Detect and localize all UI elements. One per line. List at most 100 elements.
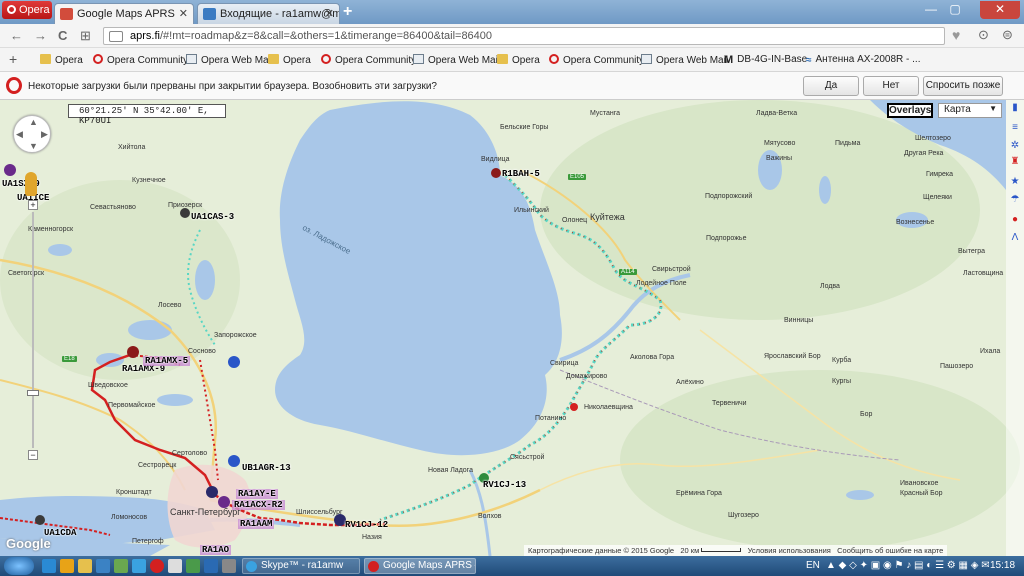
layer-star-icon[interactable]: ★ [1009, 176, 1021, 188]
station-label[interactable]: RA1AMX-5 [143, 356, 191, 366]
bookmark-heart-icon[interactable]: ♥ [952, 27, 960, 43]
bookmark-item[interactable]: Opera Web Mail [413, 54, 500, 66]
menu-icon[interactable]: ⊜ [1002, 27, 1013, 43]
tab-mail-inbox[interactable]: Входящие - ra1amw@mail.ru ✕ [197, 3, 340, 24]
page-info-icon[interactable] [109, 31, 123, 42]
terms-link[interactable]: Условия использования [748, 546, 831, 555]
station-label[interactable]: UA1CAS-3 [191, 212, 234, 222]
place-label: Хийтола [118, 144, 146, 151]
bookmark-item[interactable]: Opera [268, 54, 311, 66]
zoom-slider[interactable]: + − [27, 200, 39, 460]
skype-icon[interactable] [132, 559, 146, 573]
bookmark-item[interactable]: Opera [497, 54, 540, 66]
overlays-button[interactable]: Overlays [887, 103, 933, 118]
layer-red-dot-icon[interactable]: ● [1009, 214, 1021, 226]
pan-control[interactable]: ▲ ▼ ◀ ▶ [13, 115, 51, 153]
taskbar-opera[interactable]: Google Maps APRS — ... [364, 558, 476, 574]
bookmark-label: Opera Community [335, 55, 417, 66]
station-label[interactable]: RA1ACX-R2 [232, 500, 285, 510]
station-label[interactable]: UB1AGR-13 [242, 463, 291, 473]
chrome-icon[interactable] [60, 559, 74, 573]
zoom-thumb[interactable] [27, 390, 39, 396]
layer-flag-icon[interactable]: ▮ [1009, 102, 1021, 114]
bookmark-item[interactable]: Opera Web Mail [186, 54, 273, 66]
bookmark-item[interactable]: Opera Web Mail [641, 54, 728, 66]
report-error-link[interactable]: Сообщить об ошибке на карте [837, 546, 943, 555]
new-tab-button[interactable]: + [343, 3, 352, 21]
back-button[interactable]: ← [10, 28, 23, 43]
maximize-button[interactable]: ▢ [944, 1, 966, 19]
clock[interactable]: 15:18 [990, 560, 1015, 571]
ie-icon[interactable] [42, 559, 56, 573]
language-indicator[interactable]: EN [806, 560, 820, 571]
car-favicon-icon [60, 8, 73, 20]
speed-dial-button[interactable]: ⊞ [80, 28, 91, 44]
place-label: Подпорожье [706, 235, 747, 242]
taskbar-skype[interactable]: Skype™ - ra1amw [242, 558, 360, 574]
bookmark-item[interactable]: M DB-4G-IN-Base [724, 54, 807, 66]
app-icon[interactable] [204, 559, 218, 573]
app-icon[interactable] [114, 559, 128, 573]
address-input[interactable]: aprs.fi/#!mt=roadmap&z=8&call=&others=1&… [103, 27, 945, 45]
street-view-pegman-icon[interactable] [25, 172, 37, 196]
bookmark-item[interactable]: ≈ Антенна AX-2008R - ... [806, 54, 920, 66]
map-type-select[interactable]: Карта ▼ [938, 103, 1002, 118]
place-label: Кронштадт [116, 489, 152, 496]
layer-weather-icon[interactable]: ☂ [1009, 194, 1021, 206]
download-icon[interactable]: ⊙ [978, 27, 989, 43]
close-window-button[interactable]: ✕ [980, 1, 1020, 19]
layer-tower-icon[interactable]: ♜ [1009, 156, 1021, 168]
tab-close-icon[interactable]: ✕ [325, 7, 334, 20]
bookmark-item[interactable]: Opera [40, 54, 83, 66]
bookmark-label: Opera Web Mail [428, 55, 501, 66]
bookmark-item[interactable]: Opera Community [93, 54, 188, 66]
media-icon[interactable] [96, 559, 110, 573]
station-label[interactable]: RA1AY-E [236, 489, 278, 499]
app-icon[interactable] [186, 559, 200, 573]
layer-mast-icon[interactable]: Λ [1009, 232, 1021, 244]
add-bookmark-icon[interactable]: + [9, 51, 17, 67]
station-label[interactable]: RA1AAM [238, 519, 275, 529]
mail-icon [186, 54, 197, 64]
pan-down-icon[interactable]: ▼ [29, 141, 38, 151]
pan-right-icon[interactable]: ▶ [41, 129, 48, 140]
station-label[interactable]: RV1CJ-13 [483, 480, 526, 490]
pan-up-icon[interactable]: ▲ [29, 117, 38, 127]
reload-button[interactable]: C [58, 28, 67, 43]
opera-icon [321, 54, 331, 64]
tray-icons[interactable]: ▲ ◆ ◇ ✦ ▣ ◉ ⚑ ♪ ▤ ◐ ☰ ⚙ ▦ ◈ ✉ [826, 560, 990, 571]
place-label: Ерёмина Гора [676, 490, 722, 497]
station-label[interactable]: RA1AO [200, 545, 232, 555]
station-label[interactable]: RV1CJ-12 [345, 520, 388, 530]
opera-menu-button[interactable]: Opera [2, 1, 52, 19]
place-label: Сясьстрой [510, 454, 545, 461]
place-label: Подпорожский [705, 193, 753, 200]
layer-antenna-icon[interactable]: ≡ [1009, 122, 1021, 134]
tab-close-icon[interactable]: ✕ [179, 7, 188, 20]
yes-button[interactable]: Да [803, 76, 859, 96]
bookmark-item[interactable]: Opera Community [321, 54, 416, 66]
notepad-icon[interactable] [168, 559, 182, 573]
start-button[interactable] [4, 557, 34, 575]
place-label: Назия [362, 534, 382, 541]
map-canvas[interactable]: оз. Ладожское Хийтола Кузнечное Приозерс… [0, 100, 1024, 556]
explorer-folder-icon[interactable] [78, 559, 92, 573]
zoom-out-button[interactable]: − [28, 450, 38, 460]
place-label: Шелтозеро [915, 135, 951, 142]
app-icon[interactable] [222, 559, 236, 573]
download-notification-bar: Некоторые загрузки были прерваны при зак… [0, 72, 1024, 100]
forward-button[interactable]: → [34, 28, 47, 43]
zoom-in-button[interactable]: + [28, 200, 38, 210]
no-button[interactable]: Нет [863, 76, 919, 96]
tab-google-maps-aprs[interactable]: Google Maps APRS ✕ [54, 3, 194, 24]
opera-icon [549, 54, 559, 64]
minimize-button[interactable]: — [920, 1, 942, 19]
bookmark-item[interactable]: Opera Community [549, 54, 644, 66]
ask-later-button[interactable]: Спросить позже [923, 76, 1003, 96]
layer-compass-icon[interactable]: ✲ [1009, 140, 1021, 152]
opera-icon[interactable] [150, 559, 164, 573]
notification-text: Некоторые загрузки были прерваны при зак… [28, 81, 437, 92]
pan-left-icon[interactable]: ◀ [16, 129, 23, 140]
station-label[interactable]: R1BAH-5 [502, 169, 540, 179]
place-label: Шугозеро [728, 512, 759, 519]
